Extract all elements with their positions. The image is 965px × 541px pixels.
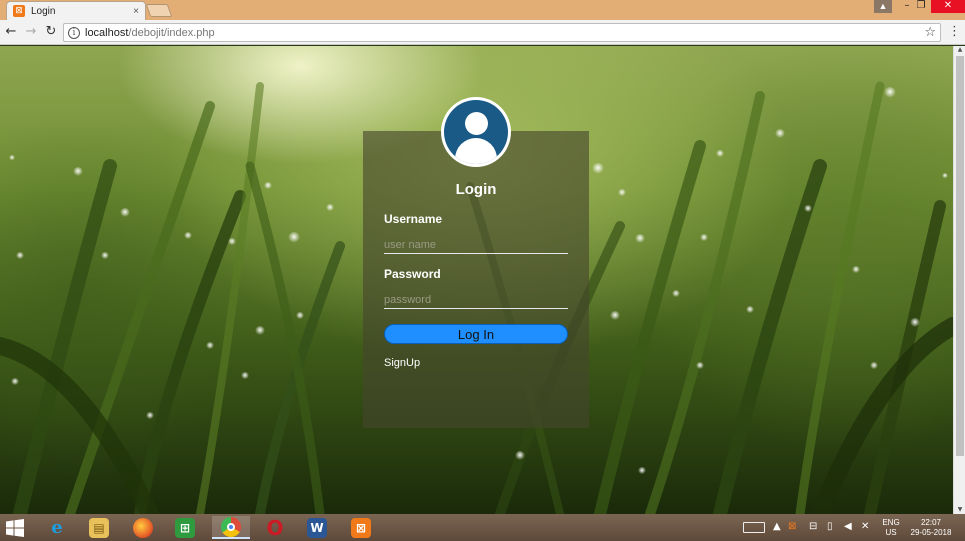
close-window-button[interactable]: ✕ xyxy=(931,0,965,13)
firefox-icon: ● xyxy=(133,517,153,538)
folder-icon: ▤ xyxy=(89,517,109,538)
login-title: Login xyxy=(455,181,497,198)
show-hidden-icons-icon[interactable]: ▲ xyxy=(773,521,781,532)
scroll-thumb[interactable] xyxy=(956,56,964,456)
avatar xyxy=(441,97,511,167)
back-arrow-icon[interactable]: ← xyxy=(4,25,18,39)
reload-icon[interactable]: ↻ xyxy=(44,25,58,39)
scroll-up-icon[interactable]: ▲ xyxy=(954,46,965,54)
clock-date: 29-05-2018 xyxy=(910,528,952,537)
volume-icon[interactable]: ◀ xyxy=(844,521,852,532)
signup-link[interactable]: SignUp xyxy=(384,357,420,369)
browser-toolbar: ← → ↻ i localhost /debojit/index.php ☆ ⋮ xyxy=(0,20,965,45)
language-code: ENG xyxy=(882,518,900,527)
xampp-tray-icon[interactable]: ⊠ xyxy=(788,521,796,532)
taskbar-internet-explorer[interactable]: e xyxy=(38,516,76,539)
taskbar-file-explorer[interactable]: ▤ xyxy=(80,516,118,539)
address-bar[interactable]: i localhost /debojit/index.php ☆ xyxy=(63,23,941,42)
site-info-icon[interactable]: i xyxy=(68,26,80,39)
taskbar-store[interactable]: ⊞ xyxy=(166,516,204,539)
password-label: Password xyxy=(384,267,441,281)
language-indicator[interactable]: ENG US xyxy=(882,518,900,538)
user-avatar-icon xyxy=(444,100,508,164)
page-scrollbar[interactable]: ▲ ▼ xyxy=(953,46,965,514)
avatar-body xyxy=(455,138,497,164)
opera-icon: O xyxy=(266,515,284,540)
internet-explorer-icon: e xyxy=(51,517,63,538)
taskbar-word[interactable]: W xyxy=(298,516,336,539)
login-button[interactable]: Log In xyxy=(384,324,568,344)
login-layer: Login Username Password Log In SignUp xyxy=(0,46,953,514)
url-path: /debojit/index.php xyxy=(128,26,215,39)
scroll-down-icon[interactable]: ▼ xyxy=(954,506,965,514)
taskbar-firefox[interactable]: ● xyxy=(124,516,162,539)
clock-time: 22:07 xyxy=(920,518,942,527)
network-icon[interactable]: ⊟ xyxy=(809,521,817,532)
chrome-center-icon xyxy=(227,522,235,531)
region-code: US xyxy=(885,528,897,537)
taskbar-chrome[interactable] xyxy=(212,516,250,539)
user-profile-icon[interactable]: ▲ xyxy=(874,0,892,13)
xampp-icon: ⊠ xyxy=(351,517,371,538)
battery-icon[interactable]: ▯ xyxy=(827,521,833,532)
chrome-icon xyxy=(221,516,241,537)
browser-titlebar: ⊠ Login × ▲ – ❐ ✕ xyxy=(0,0,965,20)
new-tab-button[interactable] xyxy=(145,4,173,17)
tab-close-icon[interactable]: × xyxy=(133,6,139,17)
username-input[interactable] xyxy=(384,236,568,254)
word-icon: W xyxy=(307,517,327,538)
url-host: localhost xyxy=(85,26,129,39)
store-icon: ⊞ xyxy=(175,517,195,538)
username-label: Username xyxy=(384,212,443,226)
system-clock[interactable]: 22:07 29-05-2018 xyxy=(908,518,954,538)
browser-menu-icon[interactable]: ⋮ xyxy=(948,24,961,39)
taskbar-xampp[interactable]: ⊠ xyxy=(342,516,380,539)
windows-taskbar: e ▤ ● ⊞ O W ⊠ ▲ ⊠ ⊟ ▯ ◀ ✕ ENG US 22:07 2… xyxy=(0,514,965,541)
touch-keyboard-icon[interactable] xyxy=(743,522,765,533)
maximize-button[interactable]: ❐ xyxy=(910,0,932,13)
windows-start-icon[interactable] xyxy=(6,519,24,537)
taskbar-opera[interactable]: O xyxy=(256,515,294,540)
password-input[interactable] xyxy=(384,291,568,309)
tab-login[interactable]: ⊠ Login × xyxy=(6,1,146,20)
forward-arrow-icon[interactable]: → xyxy=(24,25,38,39)
avatar-head xyxy=(465,112,488,135)
bookmark-star-icon[interactable]: ☆ xyxy=(924,25,936,40)
tab-title: Login xyxy=(31,5,56,17)
xampp-favicon-icon: ⊠ xyxy=(13,5,25,17)
notification-icon[interactable]: ✕ xyxy=(861,521,869,532)
